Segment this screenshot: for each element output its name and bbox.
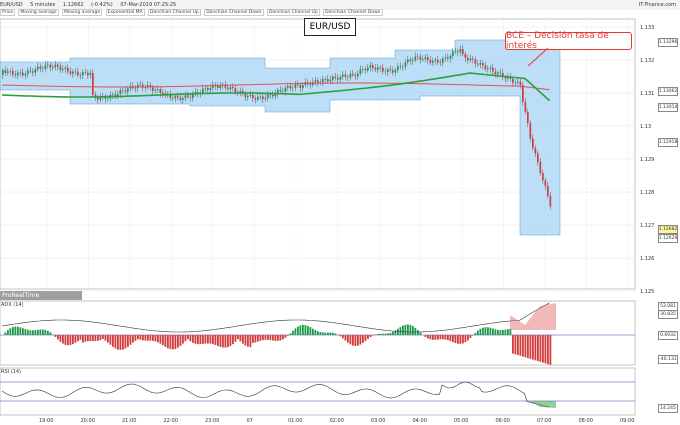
- time-tick-label: 07: [247, 418, 253, 424]
- rsi-panel[interactable]: [0, 367, 636, 416]
- price-badge: 1.13062: [658, 87, 678, 96]
- price-tick-label: 1.129: [640, 157, 654, 163]
- time-tick-label: 02:00: [330, 418, 344, 424]
- price-tick-label: 1.131: [640, 91, 654, 97]
- time-tick-label: 20:00: [81, 418, 95, 424]
- adx-badge: -40.131: [658, 355, 678, 364]
- time-tick-label: 19:00: [39, 418, 53, 424]
- time-tick-label: 23:00: [205, 418, 219, 424]
- price-badge: 1.13296: [658, 38, 678, 47]
- event-annotation[interactable]: BCE – Decisión tasa de interés: [505, 31, 632, 51]
- adx-badge: 30.835: [658, 310, 678, 319]
- price-tick-label: 1.13: [640, 124, 651, 130]
- price-tick-label: 1.128: [640, 190, 654, 196]
- rsi-badge: 14.245: [658, 404, 678, 413]
- time-axis: 19:00 20:00 21:00 22:00 23:00 07 01:00 02:00 03:…: [39, 418, 634, 424]
- price-badge: 1.12629: [658, 234, 678, 243]
- time-tick-label: 07:00: [537, 418, 551, 424]
- time-tick-label: 08:00: [579, 418, 593, 424]
- time-tick-label: 04:00: [413, 418, 427, 424]
- price-badge-current: 1.12682: [658, 225, 678, 234]
- price-tick-label: 1.126: [640, 256, 654, 262]
- rsi-title: RSI (14): [1, 369, 21, 375]
- adx-title: ADX (14): [1, 302, 24, 308]
- time-tick-label: 06:00: [496, 418, 510, 424]
- chart-canvas[interactable]: 1.133 1.132 1.131 1.13 1.129 1.128 1.127 1.126 1…: [0, 0, 680, 425]
- price-tick-label: 1.133: [640, 25, 654, 31]
- adx-badge: 0.6932: [658, 331, 678, 340]
- time-tick-label: 09:00: [620, 418, 634, 424]
- time-tick-label: 01:00: [288, 418, 302, 424]
- price-badge: 1.13014: [658, 103, 678, 112]
- prorealtime-logo: ProRealTime: [0, 291, 82, 300]
- price-tick-label: 1.127: [640, 223, 654, 229]
- price-axis: 1.133 1.132 1.131 1.13 1.129 1.128 1.127 1.126 1…: [640, 25, 654, 295]
- price-tick-label: 1.132: [640, 58, 654, 64]
- price-tick-label: 1.125: [640, 289, 654, 295]
- time-tick-label: 21:00: [122, 418, 136, 424]
- time-tick-label: 03:00: [371, 418, 385, 424]
- symbol-box: EUR/USD: [304, 18, 356, 36]
- time-tick-label: 05:00: [454, 418, 468, 424]
- price-badge: 1.12918: [658, 138, 678, 147]
- time-tick-label: 22:00: [164, 418, 178, 424]
